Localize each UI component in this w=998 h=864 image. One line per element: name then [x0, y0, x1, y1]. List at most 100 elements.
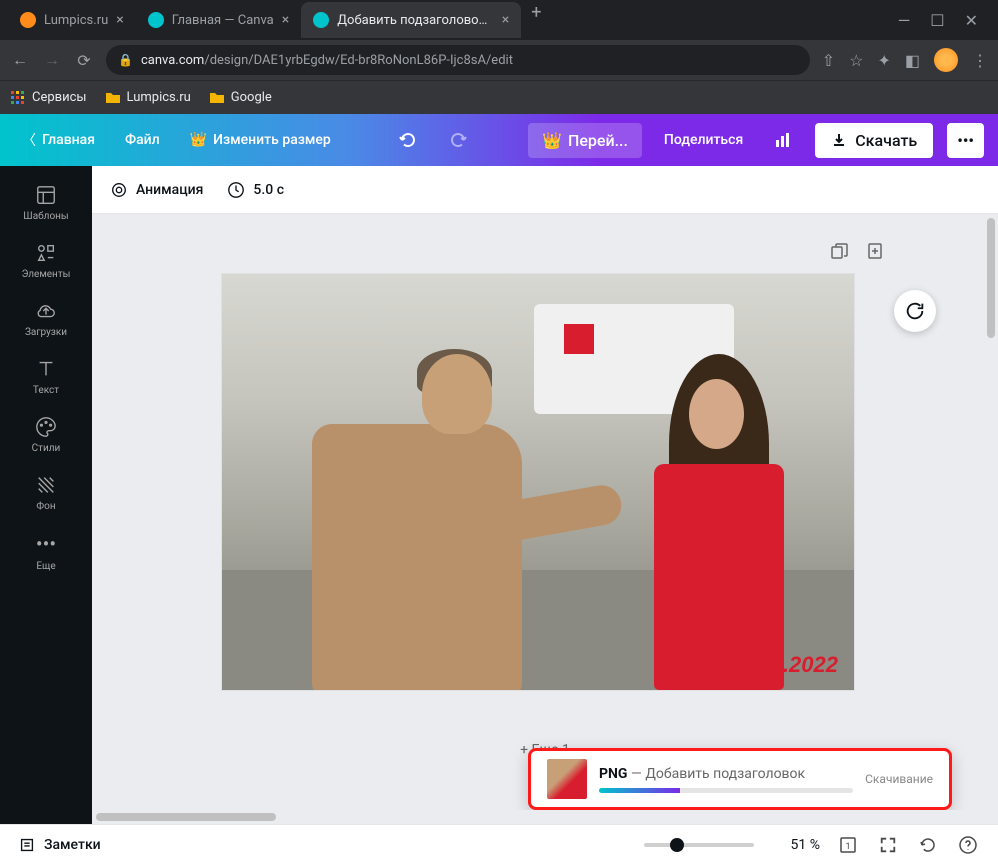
url-input[interactable]: 🔒 canva.com/design/DAE1yrbEgdw/Ed-br8RoN… [106, 45, 810, 75]
sidebar-item-styles[interactable]: Стили [0, 406, 92, 464]
close-icon[interactable]: × [116, 12, 123, 28]
progress-bar [599, 788, 853, 793]
extension-square-icon[interactable]: ◧ [905, 51, 920, 70]
elements-icon [35, 242, 57, 264]
sidebar-item-more[interactable]: ••• Еще [0, 522, 92, 582]
canvas-viewport[interactable]: 18.01.2022 + Еще 1 PNG — Добавить подзаг… [92, 214, 998, 824]
help-icon [958, 835, 978, 855]
browser-tab-strip: Lumpics.ru × Главная — Canva × Добавить … [0, 0, 998, 40]
profile-avatar[interactable] [934, 48, 958, 72]
help-button[interactable] [956, 833, 980, 857]
bottom-bar: Заметки 51 % 1 [0, 824, 998, 864]
scrollbar-thumb[interactable] [987, 218, 995, 338]
bookmark-label: Сервисы [32, 90, 87, 105]
sidebar-label: Стили [32, 443, 61, 454]
crown-icon: 👑 [190, 132, 207, 148]
progress-fill [599, 788, 680, 793]
share-button[interactable]: Поделиться [656, 126, 751, 154]
zoom-slider[interactable] [644, 843, 754, 847]
redo-icon [448, 130, 468, 150]
bookmark-item[interactable]: Google [209, 90, 272, 106]
cloud-upload-icon [35, 300, 57, 322]
bookmark-label: Lumpics.ru [127, 90, 191, 105]
file-menu[interactable]: Файл [117, 126, 168, 154]
notes-button[interactable]: Заметки [18, 836, 101, 854]
sidebar-label: Еще [36, 561, 55, 572]
sidebar-label: Фон [36, 501, 55, 512]
toast-thumbnail [547, 759, 587, 799]
duplicate-page-button[interactable] [826, 238, 852, 264]
sidebar-label: Загрузки [25, 327, 67, 338]
autoplay-button[interactable] [894, 290, 936, 332]
fullscreen-button[interactable] [876, 833, 900, 857]
canvas-area: Анимация 5.0 с [92, 166, 998, 824]
clock-icon [227, 181, 245, 199]
download-icon [831, 132, 847, 148]
zoom-value: 51 % [770, 837, 820, 853]
duration-button[interactable]: 5.0 с [227, 181, 284, 199]
vertical-scrollbar[interactable] [984, 214, 998, 810]
horizontal-scrollbar[interactable] [92, 810, 984, 824]
browser-tab[interactable]: Lumpics.ru × [8, 2, 136, 38]
browser-tab-active[interactable]: Добавить подзаголовок — 12 × [301, 2, 521, 38]
folder-icon [209, 90, 225, 106]
pages-icon: 1 [838, 835, 858, 855]
history-button[interactable] [916, 833, 940, 857]
ellipsis-icon: ••• [36, 532, 56, 556]
redo-button[interactable] [440, 122, 476, 158]
address-actions: ⇧ ☆ ✦ ◧ ⋮ [822, 48, 988, 72]
undo-button[interactable] [390, 122, 426, 158]
home-label: Главная [42, 132, 95, 148]
bookmark-apps[interactable]: Сервисы [10, 90, 87, 106]
duration-label: 5.0 с [253, 182, 284, 198]
slider-thumb[interactable] [670, 838, 684, 852]
close-icon[interactable]: × [282, 12, 289, 28]
animation-button[interactable]: Анимация [110, 181, 203, 199]
menu-icon[interactable]: ⋮ [972, 51, 988, 70]
chevron-left-icon: 〈 [22, 130, 36, 150]
templates-icon [35, 184, 57, 206]
download-label: Скачать [855, 131, 917, 150]
sidebar-item-uploads[interactable]: Загрузки [0, 290, 92, 348]
ellipsis-icon: ••• [957, 131, 974, 150]
apps-grid-icon [10, 90, 26, 106]
browser-tab[interactable]: Главная — Canva × [136, 2, 302, 38]
sidebar-item-background[interactable]: Фон [0, 464, 92, 522]
sidebar-item-templates[interactable]: Шаблоны [0, 174, 92, 232]
download-button[interactable]: Скачать [815, 123, 933, 158]
resize-button[interactable]: 👑 Изменить размер [182, 126, 339, 154]
notes-icon [18, 836, 36, 854]
sidebar-item-text[interactable]: Текст [0, 348, 92, 406]
bookmarks-bar: Сервисы Lumpics.ru Google [0, 80, 998, 114]
palette-icon [35, 416, 57, 438]
extensions-icon[interactable]: ✦ [877, 51, 890, 70]
favicon-icon [313, 12, 329, 28]
canvas-topbar: Анимация 5.0 с [92, 166, 998, 214]
reload-button[interactable]: ⟳ [74, 51, 94, 70]
more-menu[interactable]: ••• [947, 123, 984, 158]
design-page[interactable]: 18.01.2022 [222, 274, 854, 690]
address-bar: ← → ⟳ 🔒 canva.com/design/DAE1yrbEgdw/Ed-… [0, 40, 998, 80]
forward-button[interactable]: → [42, 50, 62, 70]
share-icon[interactable]: ⇧ [822, 51, 835, 70]
date-stamp: 18.01.2022 [728, 652, 838, 678]
upgrade-button[interactable]: 👑 Перей... [528, 123, 642, 158]
pages-view-button[interactable]: 1 [836, 833, 860, 857]
bookmark-item[interactable]: Lumpics.ru [105, 90, 191, 106]
close-icon[interactable]: × [502, 12, 509, 28]
notes-label: Заметки [44, 837, 101, 853]
minimize-icon[interactable]: — [898, 11, 911, 30]
folder-icon [105, 90, 121, 106]
favicon-icon [20, 12, 36, 28]
share-label: Поделиться [664, 132, 743, 148]
new-tab-button[interactable]: + [521, 2, 551, 38]
back-button[interactable]: ← [10, 50, 30, 70]
home-button[interactable]: 〈 Главная [14, 124, 103, 156]
close-window-icon[interactable]: ✕ [965, 11, 978, 30]
maximize-icon[interactable]: ☐ [930, 11, 944, 30]
analytics-button[interactable] [765, 122, 801, 158]
add-page-button[interactable] [862, 238, 888, 264]
bookmark-star-icon[interactable]: ☆ [849, 51, 863, 70]
sidebar-item-elements[interactable]: Элементы [0, 232, 92, 290]
scrollbar-thumb[interactable] [96, 813, 276, 821]
